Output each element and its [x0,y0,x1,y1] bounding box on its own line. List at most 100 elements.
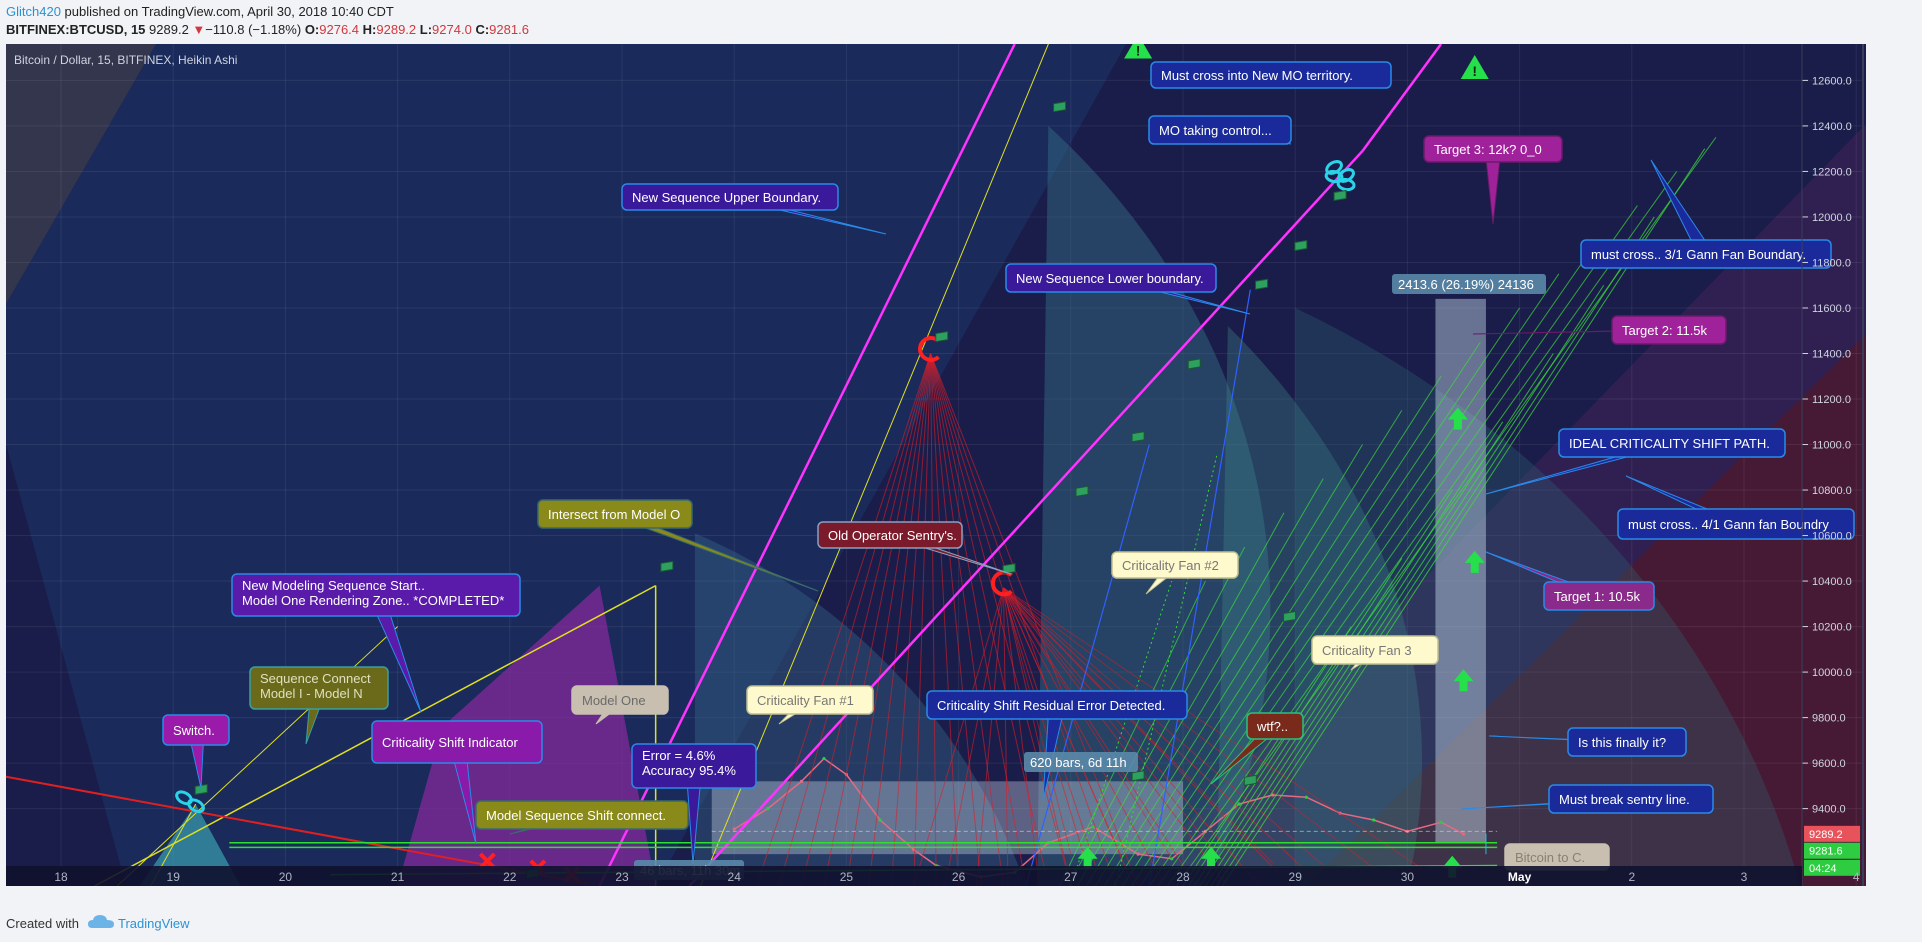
callout-label: Target 3: 12k? 0_0 [1434,142,1542,157]
y-tick-label: 9400.0 [1812,804,1846,816]
open-label: O: [304,22,320,37]
flag-marker-icon [935,330,949,343]
measure-label: 620 bars, 6d 11h [1030,755,1127,770]
x-tick-label: 2 [1628,870,1635,884]
price-axis-border [1862,44,1864,886]
callout-label: Is this finally it? [1578,735,1666,750]
callout-label: Switch. [173,723,215,738]
warning-mark: ! [1136,44,1141,59]
callout-label: Target 1: 10.5k [1554,589,1640,604]
publish-info: published on TradingView.com, April 30, … [60,4,394,19]
y-tick-label: 12400.0 [1812,121,1852,133]
chart-title: Bitcoin / Dollar, 15, BITFINEX, Heikin A… [14,53,237,67]
last-price: 9289.2 [149,22,189,37]
callout-label: Criticality Fan 3 [1322,643,1412,658]
price-point [1461,832,1466,836]
x-tick-label: 26 [952,870,966,884]
callout-label: Sequence Connect [260,671,371,686]
callout-label: Criticality Shift Residual Error Detecte… [937,698,1165,713]
price-point [766,807,770,811]
high-value: 9289.2 [376,22,417,37]
x-tick-label: 28 [1176,870,1190,884]
callout-label: New Sequence Upper Boundary. [632,190,821,205]
created-with-text: Created with [6,916,79,931]
y-tick-label: 12000.0 [1812,212,1852,224]
callout-label: wtf?.. [1256,719,1288,734]
callout-label: Bitcoin to C. [1515,850,1585,865]
callout-label: Must cross into New MO territory. [1161,68,1353,83]
callout-label: Must break sentry line. [1559,792,1690,807]
flag-marker-icon [1243,774,1257,786]
chart-area[interactable]: !! Must cross into New MO territory. MO ta… [5,34,1866,887]
x-tick-label: 29 [1289,870,1303,884]
callout-label: Model One [582,693,646,708]
callout-label: New Sequence Lower boundary. [1016,271,1204,286]
x-tick-label: 24 [728,870,742,884]
flag-marker-icon [660,560,674,572]
close-label: C: [475,22,490,37]
x-tick-label: 30 [1401,870,1415,884]
x-tick-label: 25 [840,870,854,884]
y-tick-label: 11600.0 [1812,303,1851,315]
callout-label: Model One Rendering Zone.. *COMPLETED* [242,593,504,608]
measure-label: 2413.6 (26.19%) 24136 [1398,277,1534,292]
callout-label: Model Sequence Shift connect. [486,808,666,823]
y-tick-label: 10200.0 [1812,622,1852,634]
callout-label: Old Operator Sentry's. [828,528,957,543]
price-point [799,779,804,783]
y-tick-label: 11000.0 [1812,440,1851,452]
callout-label: must cross.. 3/1 Gann Fan Boundary. [1591,247,1806,262]
y-tick-label: 10600.0 [1812,531,1852,543]
flag-marker-icon [1187,358,1201,370]
down-arrow-icon: ▼ [192,22,206,37]
price-point [878,818,882,822]
price-point [1439,820,1443,824]
low-label: L: [419,22,433,37]
publish-line: Glitch420 published on TradingView.com, … [6,4,394,19]
y-tick-label: 9600.0 [1812,758,1846,770]
flag-marker-icon [1294,239,1308,252]
callout-label: New Modeling Sequence Start.. [242,578,425,593]
x-tick-label: 19 [167,870,181,884]
close-value: 9281.6 [489,22,529,37]
y-tick-label: 11400.0 [1812,348,1851,360]
low-value: 9274.0 [432,22,472,37]
y-tick-label: 11800.0 [1812,257,1851,269]
tradingview-logo-icon [88,915,114,928]
x-tick-label: 4 [1853,870,1860,884]
price-point [1372,818,1376,822]
flag-marker-icon [1053,101,1067,113]
open-value: 9276.4 [319,22,360,37]
callout-label: Model I - Model N [260,686,363,701]
author-link[interactable]: Glitch420 [6,4,61,19]
callout-label: IDEAL CRITICALITY SHIFT PATH. [1569,436,1770,451]
callout-label: MO taking control... [1159,123,1272,138]
tradingview-link[interactable]: TradingView [118,916,190,931]
symbol-line: BITFINEX:BTCUSD, 15 9289.2 ▼−110.8 (−1.1… [6,22,529,37]
x-tick-label: 23 [615,870,629,884]
symbol-name: BITFINEX:BTCUSD, 15 [6,22,146,37]
time-axis-bg [6,866,1802,886]
flag-marker-icon [1283,610,1297,623]
flag-marker-icon [1131,770,1145,782]
callout-label: Intersect from Model O [548,507,680,522]
price-tag-label: 04:24 [1809,863,1837,875]
callout-label: must cross.. 4/1 Gann fan Boundry [1628,517,1829,532]
flag-marker-icon [1255,278,1269,290]
price-change: −110.8 (−1.18%) [205,22,302,37]
price-point [1304,795,1309,799]
callout-label: Accuracy 95.4% [642,763,736,778]
x-tick-label: 3 [1741,870,1748,884]
x-tick-label: 27 [1064,870,1078,884]
price-tag-label: 9289.2 [1809,829,1843,841]
callout-label: Criticality Fan #2 [1122,558,1219,573]
y-tick-label: 11200.0 [1812,394,1851,406]
high-label: H: [362,22,377,37]
x-tick-label: 21 [391,870,405,884]
chart-svg[interactable]: !! Must cross into New MO territory. MO ta… [5,34,1866,887]
price-point [822,756,826,761]
price-point [732,827,736,831]
y-tick-label: 10000.0 [1812,667,1852,679]
price-point [1136,852,1140,856]
y-tick-label: 12600.0 [1812,75,1852,87]
